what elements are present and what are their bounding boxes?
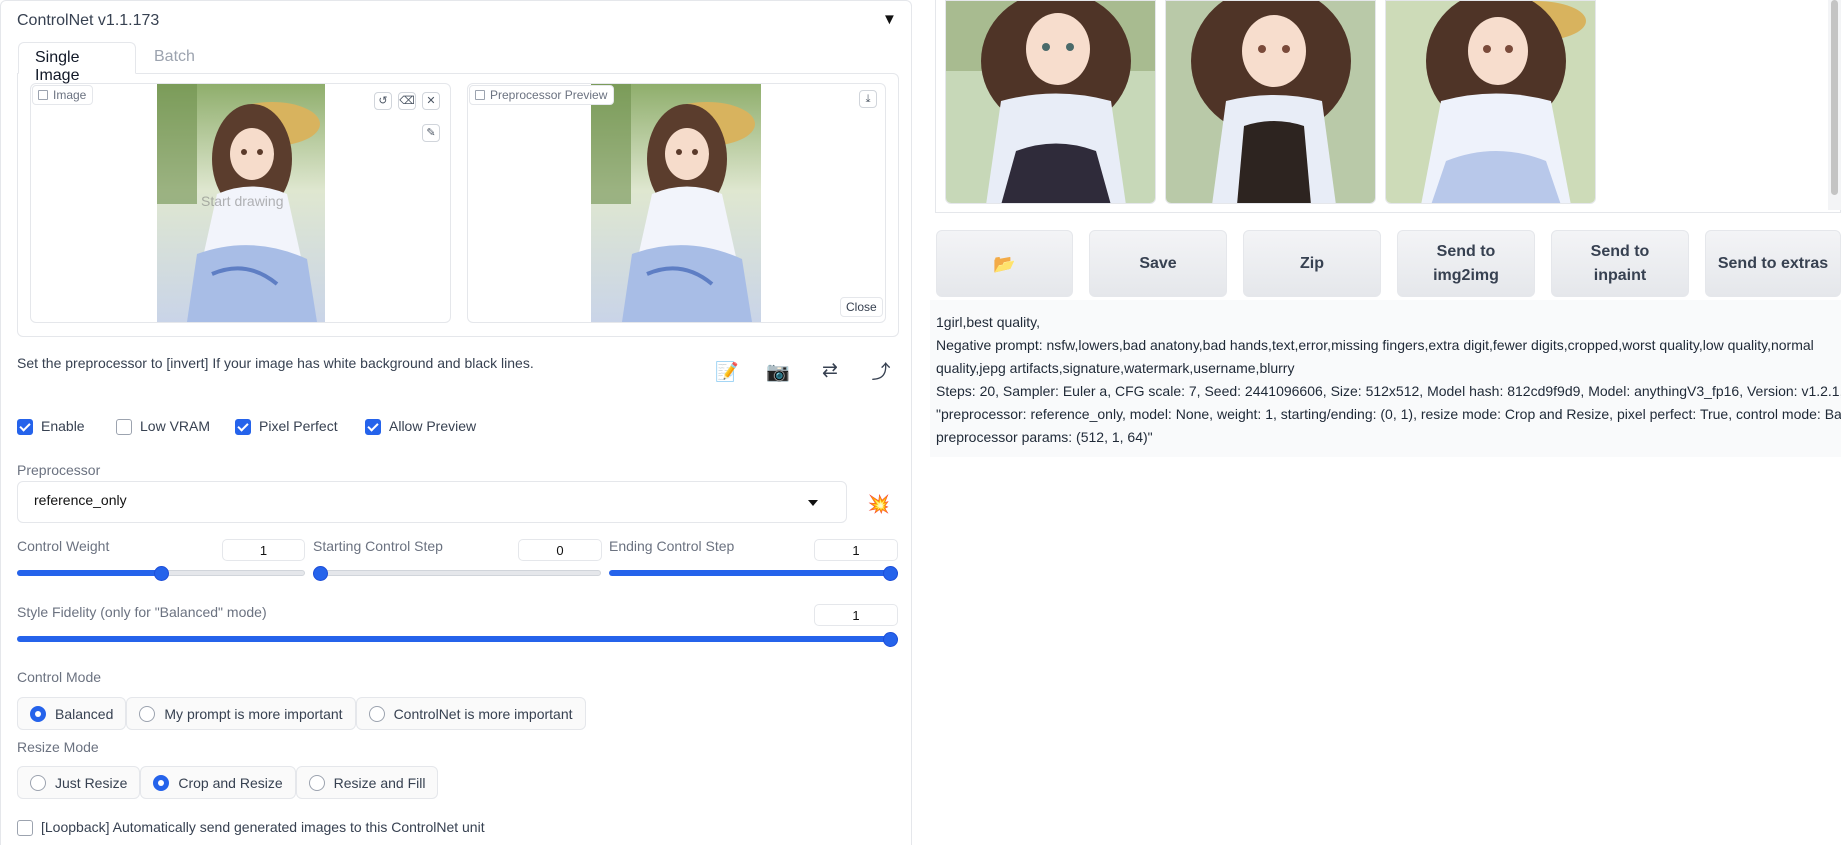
control-mode-controlnet[interactable]: ControlNet is more important [355,697,586,730]
preview-label-text: Preprocessor Preview [490,88,608,102]
radio-label: My prompt is more important [164,705,343,722]
image-icon [475,90,485,100]
camera-icon[interactable]: 📷 [760,354,796,390]
radio-label: Balanced [55,705,114,722]
radio-label: Just Resize [55,774,128,791]
tab-batch[interactable]: Batch [138,42,211,74]
radio-button [153,774,170,791]
chevron-down-icon [808,500,818,506]
style-fidelity-label: Style Fidelity (only for "Balanced" mode… [17,604,267,620]
gallery-image-3[interactable] [1385,0,1596,204]
allow-preview-label: Allow Preview [389,418,477,434]
button-line: Send to [1590,242,1650,260]
control-mode-label: Control Mode [17,669,102,685]
invert-hint: Set the preprocessor to [invert] If your… [17,355,534,371]
preprocessor-select[interactable]: reference_only [17,481,847,523]
loopback-checkbox[interactable] [17,820,33,836]
zip-button[interactable]: Zip [1243,230,1381,297]
ending-step-input[interactable]: 1 [814,539,898,561]
close-preview-button[interactable]: Close [840,297,883,317]
close-icon[interactable]: ✕ [422,92,440,110]
folder-icon: 📂 [993,253,1016,274]
control-mode-balanced[interactable]: Balanced [17,697,127,730]
explosion-icon[interactable]: 💥 [861,486,897,522]
starting-step-label: Starting Control Step [313,538,443,554]
resize-mode-just-resize[interactable]: Just Resize [17,766,141,799]
info-negative-prompt-cont: quality,jepg artifacts,signature,waterma… [936,360,1295,376]
enable-checkbox[interactable] [17,419,33,435]
triangle-down-icon[interactable]: ▼ [882,11,897,28]
preview-image [591,84,761,322]
gallery-scrollbar[interactable] [1828,0,1841,210]
resize-mode-label: Resize Mode [17,739,99,755]
download-icon[interactable]: ⤓ [859,90,877,108]
gallery-image-1[interactable] [945,0,1156,204]
control-weight-fill [17,570,162,576]
button-line: img2img [1433,266,1499,284]
radio-button [308,774,325,791]
radio-label: Crop and Resize [178,774,283,791]
resize-mode-crop-and-resize[interactable]: Crop and Resize [140,766,296,799]
image-label-text: Image [53,88,87,102]
radio-label: Resize and Fill [333,774,426,791]
pixel-perfect-checkbox[interactable] [235,419,251,435]
style-fidelity-input[interactable]: 1 [814,604,898,626]
radio-button [368,705,385,722]
ending-step-track[interactable] [609,570,898,576]
loopback-label: [Loopback] Automatically send generated … [41,819,485,835]
resize-mode-resize-and-fill[interactable]: Resize and Fill [295,766,439,799]
info-params-end: preprocessor params: (512, 1, 64)" [936,429,1153,445]
allow-preview-checkbox[interactable] [365,419,381,435]
image-input-box[interactable]: Start drawing [30,83,451,323]
resize-mode-group: Just Resize Crop and Resize Resize and F… [17,766,439,799]
curved-arrow-icon[interactable]: ⤴ [863,352,899,388]
swap-arrows-icon[interactable]: ⇄ [812,352,848,388]
image-icon [38,90,48,100]
preview-label: Preprocessor Preview [469,85,615,105]
ending-step-thumb[interactable] [883,566,898,581]
preprocessor-value: reference_only [34,492,127,508]
info-params: Steps: 20, Sampler: Euler a, CFG scale: … [936,383,1841,399]
send-to-img2img-button[interactable]: Send to img2img [1397,230,1535,297]
info-negative-prompt: Negative prompt: nsfw,lowers,bad anatony… [936,337,1814,353]
control-weight-thumb[interactable] [154,566,169,581]
radio-button [139,705,156,722]
low-vram-checkbox[interactable] [116,419,132,435]
canvas-hint: Start drawing [201,193,284,209]
starting-step-track[interactable] [313,570,601,576]
control-weight-input[interactable]: 1 [222,539,305,561]
pencil-memo-icon[interactable]: 📝 [709,354,745,390]
starting-step-thumb[interactable] [313,566,328,581]
control-mode-prompt[interactable]: My prompt is more important [126,697,356,730]
controlnet-title[interactable]: ControlNet v1.1.173 [17,12,159,30]
starting-step-input[interactable]: 0 [518,539,602,561]
save-button[interactable]: Save [1089,230,1227,297]
ending-step-label: Ending Control Step [609,538,735,554]
gallery-image-2[interactable] [1165,0,1376,204]
radio-label: ControlNet is more important [393,705,573,722]
image-label: Image [32,85,94,105]
control-weight-label: Control Weight [17,538,110,554]
send-to-extras-button[interactable]: Send to extras [1705,230,1841,297]
radio-button [30,774,46,791]
preprocessor-label: Preprocessor [17,462,101,478]
pixel-perfect-label: Pixel Perfect [259,418,338,434]
enable-label: Enable [41,418,85,434]
clear-icon[interactable]: ⌫ [398,92,416,110]
button-line: Send to [1436,242,1496,260]
style-fidelity-track[interactable] [17,636,898,642]
button-line: inpaint [1593,266,1647,284]
send-to-inpaint-button[interactable]: Send to inpaint [1551,230,1689,297]
low-vram-label: Low VRAM [140,418,211,434]
info-prompt: 1girl,best quality, [936,314,1041,330]
info-params-cont: "preprocessor: reference_only, model: No… [936,406,1841,422]
preprocessor-preview-box [467,83,886,323]
brush-icon[interactable]: ✎ [422,124,440,142]
open-folder-button[interactable]: 📂 [936,230,1073,297]
undo-icon[interactable]: ↺ [374,92,392,110]
radio-button [30,705,46,722]
tab-single-image[interactable]: Single Image [18,42,136,84]
style-fidelity-thumb[interactable] [883,632,898,647]
control-mode-group: Balanced My prompt is more important Con… [17,697,586,730]
